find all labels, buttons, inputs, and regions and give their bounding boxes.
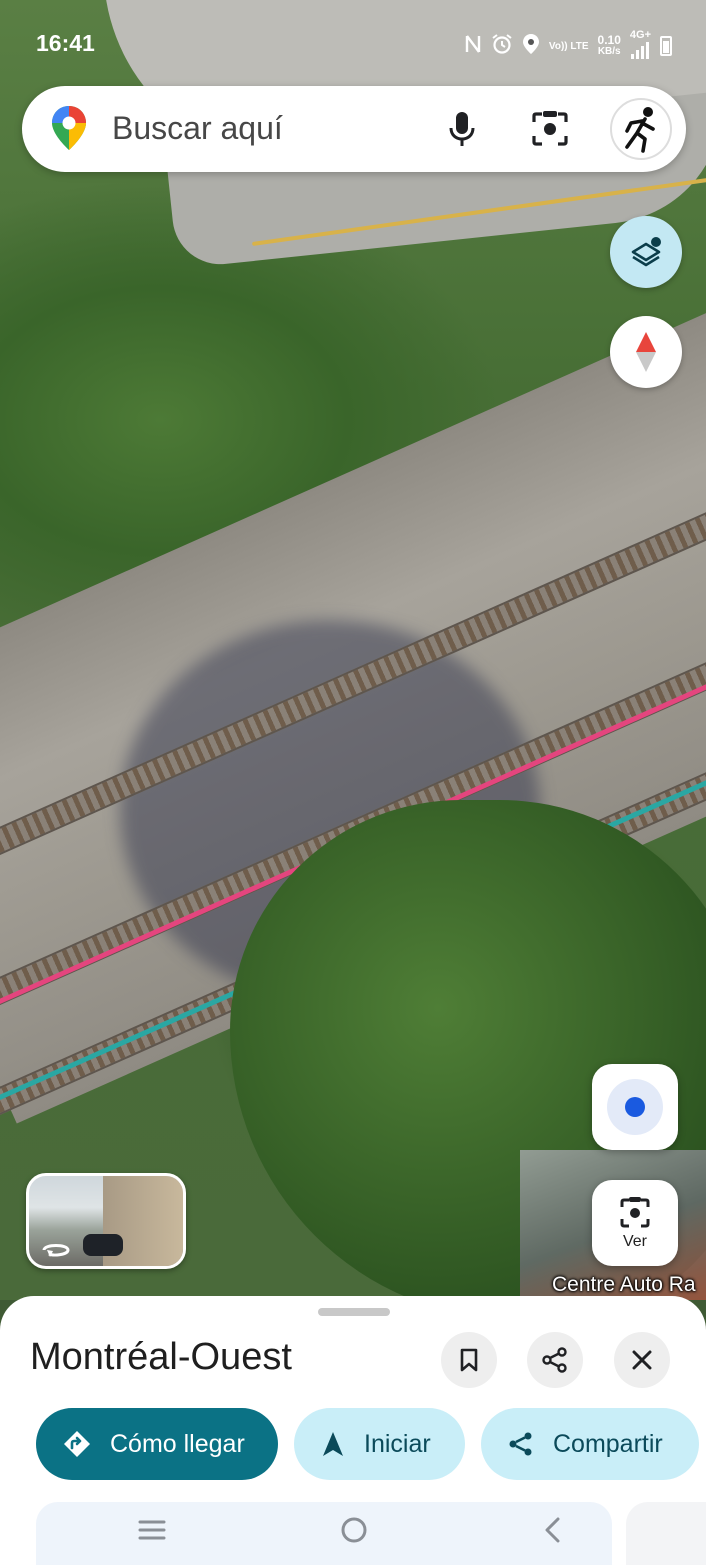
avatar[interactable]: [610, 98, 672, 160]
compass-button[interactable]: [610, 316, 682, 388]
camera-lens-icon[interactable]: [528, 108, 572, 150]
status-time: 16:41: [36, 30, 95, 56]
directions-button[interactable]: Cómo llegar: [36, 1408, 278, 1480]
close-button[interactable]: [614, 1332, 670, 1388]
share-label: Compartir: [553, 1429, 663, 1458]
search-input[interactable]: Buscar aquí: [112, 110, 283, 147]
close-icon: [632, 1350, 652, 1370]
back-icon[interactable]: [538, 1514, 570, 1546]
ver-button[interactable]: Ver: [592, 1180, 678, 1266]
status-icons: Vo)) LTE 0.10 KB/s 4G+: [464, 30, 672, 62]
action-buttons: Cómo llegar Iniciar Compartir: [36, 1408, 699, 1480]
microphone-icon[interactable]: [442, 108, 482, 150]
share-button[interactable]: [527, 1332, 583, 1388]
running-person-icon: [625, 107, 655, 153]
my-location-icon: [625, 1097, 645, 1117]
status-bar: 16:41 Vo)) LTE 0.10 KB/s 4G+: [0, 0, 706, 84]
location-status-icon: [522, 33, 540, 60]
start-label: Iniciar: [364, 1429, 431, 1458]
share-icon: [509, 1432, 532, 1456]
data-speed-value: 0.10: [597, 33, 621, 47]
data-speed-unit: KB/s: [597, 46, 621, 57]
maps-logo-icon: [52, 106, 86, 150]
directions-label: Cómo llegar: [110, 1429, 245, 1458]
nfc-icon: [464, 34, 482, 59]
location-ring: [607, 1079, 663, 1135]
my-location-button[interactable]: [592, 1064, 678, 1150]
ver-label: Ver: [622, 1233, 647, 1250]
navigation-arrow-icon: [323, 1432, 343, 1456]
data-speed: 0.10 KB/s: [597, 33, 621, 57]
start-navigation-button[interactable]: Iniciar: [294, 1408, 465, 1480]
street-view-car: [83, 1234, 123, 1256]
recent-apps-icon[interactable]: [136, 1514, 168, 1546]
street-view-thumbnail[interactable]: [26, 1173, 186, 1269]
navigation-bar-edge: [626, 1502, 706, 1565]
battery-icon: [660, 36, 672, 56]
directions-icon: [64, 1431, 90, 1457]
search-bar[interactable]: Buscar aquí: [22, 86, 686, 172]
drag-handle[interactable]: [318, 1308, 390, 1316]
home-icon[interactable]: [338, 1514, 370, 1546]
layers-icon: [631, 237, 661, 267]
bookmark-icon: [460, 1348, 478, 1372]
save-button[interactable]: [441, 1332, 497, 1388]
street-view-rotate-icon: [42, 1244, 70, 1257]
place-title: Montréal-Ouest: [30, 1336, 292, 1378]
map-place-label[interactable]: Centre Auto Ra: [552, 1273, 696, 1297]
camera-lens-icon: [620, 1197, 650, 1228]
volte-label: Vo)) LTE: [548, 40, 589, 52]
layers-button[interactable]: [610, 216, 682, 288]
share-place-button[interactable]: Compartir: [481, 1408, 699, 1480]
network-type: 4G+: [630, 30, 651, 62]
compass-icon: [636, 332, 656, 372]
network-label: 4G+: [629, 29, 651, 41]
alarm-icon: [491, 33, 513, 60]
signal-icon: [631, 41, 650, 59]
system-navigation-bar: [36, 1502, 612, 1565]
share-icon: [542, 1347, 567, 1373]
